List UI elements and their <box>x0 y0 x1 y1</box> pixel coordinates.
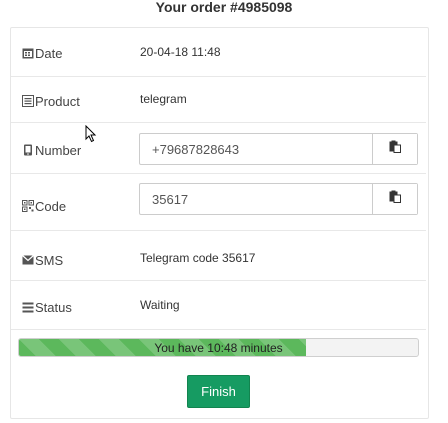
date-label: Date <box>35 45 63 61</box>
clipboard-icon <box>389 190 401 208</box>
status-label: Status <box>35 299 72 315</box>
date-label-group: Date <box>21 45 62 61</box>
status-value: Waiting <box>140 298 180 312</box>
list-icon <box>21 95 34 107</box>
finish-button[interactable]: Finish <box>187 375 250 408</box>
envelope-icon <box>21 254 34 266</box>
copy-number-button[interactable] <box>372 134 417 164</box>
product-label: Product <box>35 93 80 109</box>
code-input-group: 35617 <box>139 183 418 215</box>
mouse-cursor-icon <box>85 125 97 143</box>
number-input-group: +79687828643 <box>139 133 418 165</box>
number-label: Number <box>35 142 82 158</box>
calendar-icon <box>21 47 34 59</box>
sms-label-group: SMS <box>21 252 63 268</box>
countdown-progress: You have 10:48 minutes <box>18 338 419 357</box>
code-field[interactable]: 35617 <box>152 192 188 207</box>
qrcode-icon <box>21 200 34 212</box>
mobile-icon <box>21 144 34 156</box>
sms-value: Telegram code 35617 <box>140 251 256 265</box>
number-label-group: Number <box>21 142 81 158</box>
sms-label: SMS <box>35 252 64 268</box>
status-label-group: Status <box>21 299 72 315</box>
copy-code-button[interactable] <box>372 184 417 214</box>
date-value: 20-04-18 11:48 <box>140 45 221 59</box>
status-row <box>11 280 426 327</box>
product-value: telegram <box>140 92 187 106</box>
countdown-text: You have 10:48 minutes <box>154 340 283 355</box>
code-label-group: Code <box>21 198 66 214</box>
code-label: Code <box>35 198 67 214</box>
number-field[interactable]: +79687828643 <box>152 142 239 157</box>
menu-icon <box>21 301 34 313</box>
clipboard-icon <box>389 140 401 158</box>
order-title: Your order #4985098 <box>155 0 293 15</box>
product-label-group: Product <box>21 93 80 109</box>
